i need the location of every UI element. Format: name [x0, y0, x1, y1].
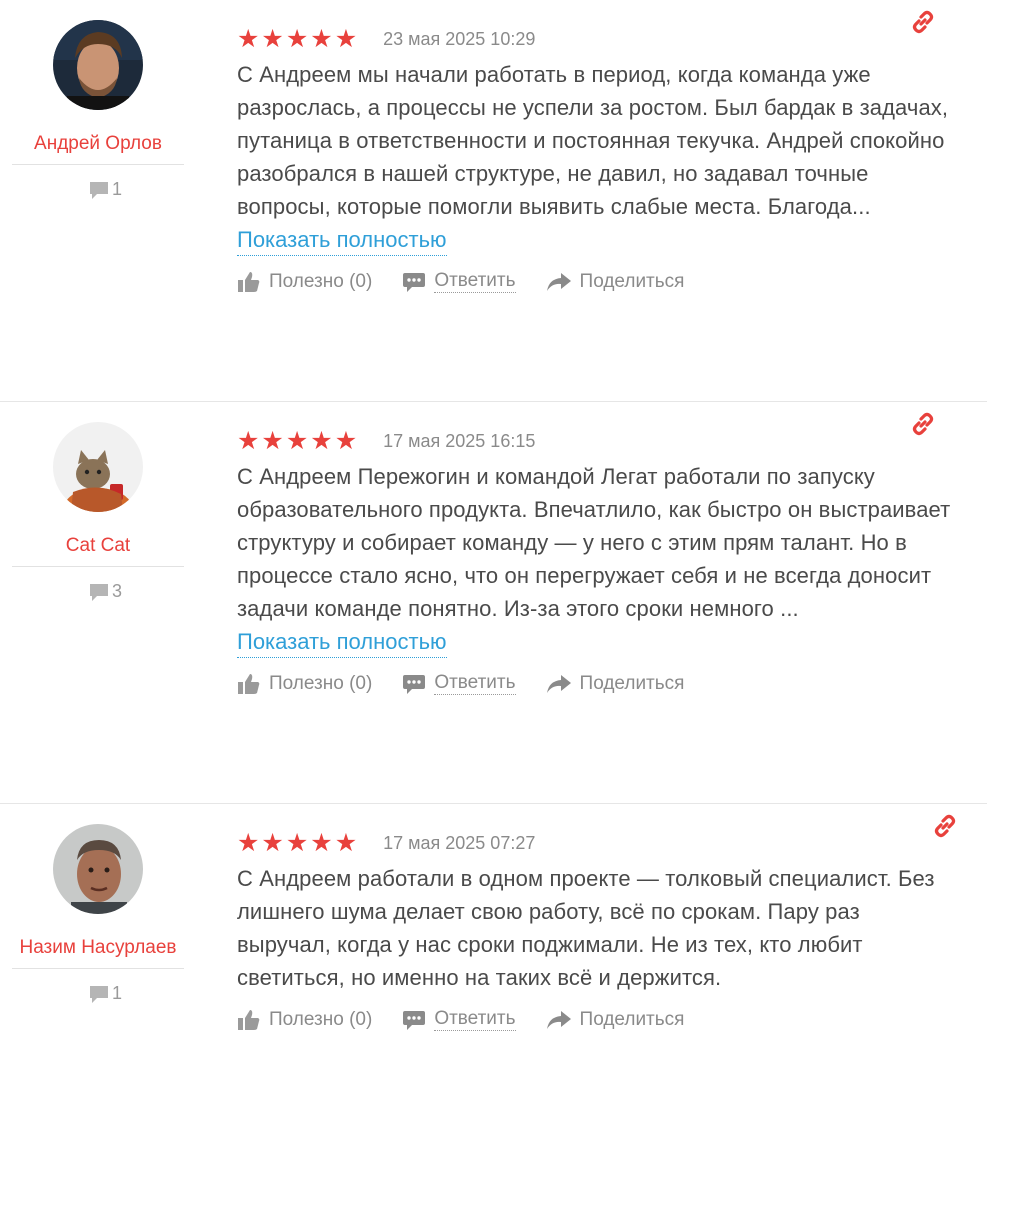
rating-stars: ★ ★ ★ ★ ★ [237, 828, 358, 857]
review-body: ★ ★ ★ ★ ★ 23 мая 2025 10:29 С Андреем мы… [237, 24, 957, 293]
reply-label: Ответить [434, 672, 516, 695]
reply-button[interactable]: Ответить [402, 270, 516, 293]
reply-label: Ответить [434, 270, 516, 293]
review-meta: ★ ★ ★ ★ ★ 23 мая 2025 10:29 [237, 24, 957, 54]
link-icon[interactable] [931, 812, 959, 840]
thumbs-up-icon [238, 1009, 260, 1030]
useful-button[interactable]: Полезно (0) [237, 673, 372, 695]
link-icon[interactable] [909, 8, 937, 36]
reply-bubble-icon [403, 1010, 426, 1030]
star-icon: ★ [261, 828, 284, 857]
share-button[interactable]: Поделиться [546, 1008, 685, 1031]
review-card: Cat Cat 3 ★ ★ ★ ★ ★ 17 мая 2025 16:15 С … [0, 402, 987, 804]
avatar[interactable] [53, 824, 143, 914]
review-text: С Андреем мы начали работать в период, к… [237, 62, 949, 219]
share-arrow-icon [546, 1010, 571, 1029]
thumbs-up-icon [238, 271, 260, 292]
star-icon: ★ [261, 24, 284, 53]
avatar[interactable] [53, 20, 143, 110]
star-icon: ★ [334, 426, 358, 455]
review-date: 17 мая 2025 16:15 [383, 430, 536, 451]
star-icon: ★ [237, 426, 260, 455]
show-more-link[interactable]: Показать полностью [237, 627, 447, 658]
review-meta: ★ ★ ★ ★ ★ 17 мая 2025 16:15 [237, 426, 957, 456]
star-icon: ★ [237, 24, 260, 53]
useful-button[interactable]: Полезно (0) [237, 1009, 372, 1031]
share-arrow-icon [546, 272, 571, 291]
review-actions: Полезно (0) Ответить Поделиться [237, 1008, 957, 1031]
star-icon: ★ [334, 24, 358, 53]
share-arrow-icon [546, 674, 571, 693]
review-text: С Андреем Пережогин и командой Легат раб… [237, 464, 951, 621]
review-author: Cat Cat 3 [12, 422, 184, 602]
review-actions: Полезно (0) Ответить Поделиться [237, 672, 957, 695]
star-icon: ★ [285, 828, 309, 857]
useful-label: Полезно (0) [269, 270, 373, 292]
author-name[interactable]: Cat Cat [12, 534, 184, 567]
star-icon: ★ [310, 426, 333, 455]
share-label: Поделиться [579, 1008, 685, 1030]
review-meta: ★ ★ ★ ★ ★ 17 мая 2025 07:27 [237, 828, 957, 858]
review-date: 17 мая 2025 07:27 [383, 832, 536, 853]
review-count: 3 [12, 581, 184, 602]
review-actions: Полезно (0) Ответить Поделиться [237, 270, 957, 293]
comment-icon [89, 583, 108, 601]
share-button[interactable]: Поделиться [546, 270, 685, 293]
review-body: ★ ★ ★ ★ ★ 17 мая 2025 16:15 С Андреем Пе… [237, 426, 957, 695]
review-card: Андрей Орлов 1 ★ ★ ★ ★ ★ 23 мая 2025 10:… [0, 0, 987, 402]
rating-stars: ★ ★ ★ ★ ★ [237, 426, 358, 455]
show-more-link[interactable]: Показать полностью [237, 225, 447, 256]
share-button[interactable]: Поделиться [546, 672, 685, 695]
avatar[interactable] [53, 422, 143, 512]
review-count: 1 [12, 179, 184, 200]
reply-bubble-icon [403, 674, 426, 694]
useful-button[interactable]: Полезно (0) [237, 271, 372, 293]
review-date: 23 мая 2025 10:29 [383, 28, 536, 49]
star-icon: ★ [237, 828, 260, 857]
review-count: 1 [12, 983, 184, 1004]
review-author: Назим Насурлаев 1 [12, 824, 184, 1004]
review-count-value: 1 [111, 179, 122, 199]
useful-label: Полезно (0) [269, 1008, 373, 1030]
reply-label: Ответить [434, 1008, 516, 1031]
useful-label: Полезно (0) [269, 672, 373, 694]
rating-stars: ★ ★ ★ ★ ★ [237, 24, 358, 53]
share-label: Поделиться [579, 672, 685, 694]
star-icon: ★ [261, 426, 284, 455]
thumbs-up-icon [238, 673, 260, 694]
reply-button[interactable]: Ответить [402, 672, 516, 695]
star-icon: ★ [310, 828, 333, 857]
star-icon: ★ [334, 828, 358, 857]
comment-icon [89, 985, 108, 1003]
star-icon: ★ [285, 426, 309, 455]
author-name[interactable]: Назим Насурлаев [12, 936, 184, 969]
review-author: Андрей Орлов 1 [12, 20, 184, 200]
review-body: ★ ★ ★ ★ ★ 17 мая 2025 07:27 С Андреем ра… [237, 828, 957, 1031]
star-icon: ★ [310, 24, 333, 53]
share-label: Поделиться [579, 270, 685, 292]
author-name[interactable]: Андрей Орлов [12, 132, 184, 165]
link-icon[interactable] [909, 410, 937, 438]
star-icon: ★ [285, 24, 309, 53]
review-card: Назим Насурлаев 1 ★ ★ ★ ★ ★ 17 мая 2025 … [0, 804, 1009, 1206]
reply-button[interactable]: Ответить [402, 1008, 516, 1031]
review-count-value: 1 [111, 983, 122, 1003]
reply-bubble-icon [403, 272, 426, 292]
review-text: С Андреем работали в одном проекте — тол… [237, 866, 935, 990]
review-count-value: 3 [111, 581, 122, 601]
comment-icon [89, 181, 108, 199]
